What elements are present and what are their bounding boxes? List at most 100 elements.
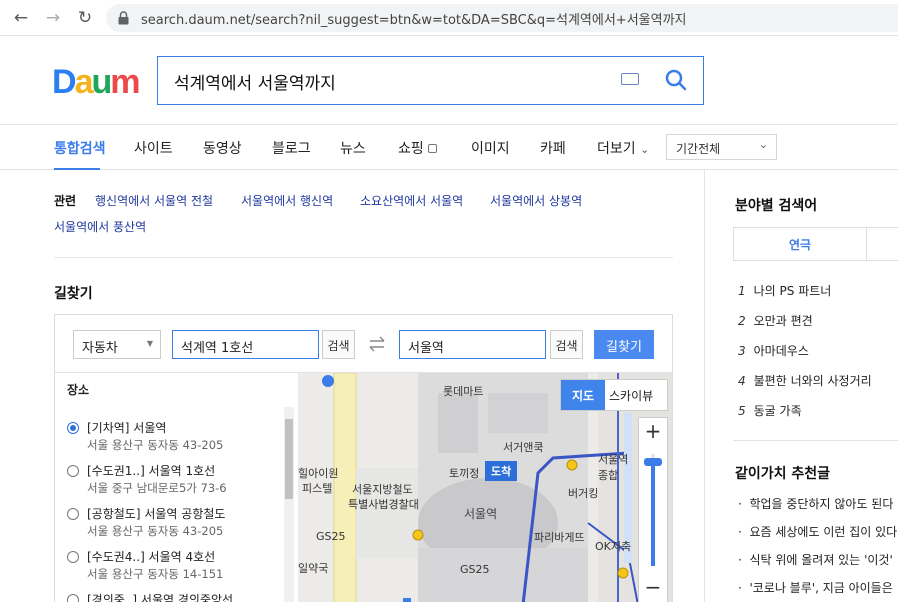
rank-item[interactable]: 3 아마데우스 — [738, 342, 809, 359]
map-label: 피스텔 — [302, 482, 333, 495]
swap-icon[interactable] — [367, 336, 387, 352]
arrival-marker[interactable]: 도착 — [485, 461, 518, 481]
place-name: [기차역] 서울역 — [87, 421, 167, 435]
destination-input[interactable]: 서울역 — [399, 330, 546, 359]
find-route-button[interactable]: 길찾기 — [594, 330, 654, 359]
map-label: 서울역 — [464, 507, 498, 521]
zoom-in-button[interactable]: + — [639, 418, 667, 446]
rank-text: 불편한 너와의 사정거리 — [753, 374, 872, 388]
places-label: 장소 — [67, 383, 90, 397]
tab-integrated[interactable]: 통합검색 — [54, 138, 106, 158]
divider — [733, 440, 898, 441]
related-link[interactable]: 서울역에서 행신역 — [241, 192, 333, 209]
search-icon[interactable] — [663, 67, 689, 93]
map-label: 파리바게뜨 — [534, 531, 585, 544]
place-name: [경의중..] 서울역 경의중앙선 — [87, 593, 234, 602]
origin-input[interactable]: 석계역 1호선 — [172, 330, 319, 359]
radio-button[interactable] — [67, 551, 79, 563]
place-address: 서울 중구 남대문로5가 73-6 — [87, 481, 227, 495]
tab-theater[interactable]: 연극 — [734, 228, 867, 261]
rank-text: 오만과 편견 — [753, 314, 813, 328]
radio-button[interactable] — [67, 465, 79, 477]
right-sidebar: 분야별 검색어 연극 1 나의 PS 파트너 2 오만과 편견 3 아마데우스 4 불편… — [704, 170, 898, 602]
map-label: GS25 — [460, 563, 490, 576]
period-select[interactable]: 기간전체 ⌄ — [666, 134, 777, 160]
recommend-item[interactable]: · '코로나 블루', 지금 아이들은 — [738, 579, 893, 596]
recommend-item[interactable]: · 요즘 세상에도 이런 집이 있다 — [738, 523, 897, 540]
zoom-control: + − — [638, 417, 668, 602]
tab-more-label: 더보기 — [597, 141, 636, 157]
map-label: 힐아이원 — [298, 467, 339, 480]
place-address: 서울 용산구 동자동 43-205 — [87, 438, 224, 452]
map-mode-button[interactable]: 지도 — [561, 380, 605, 410]
transport-mode-value: 자동차 — [82, 341, 118, 356]
radio-button[interactable] — [67, 508, 79, 520]
rank-number: 5 — [738, 404, 746, 418]
route-form: 자동차 ▼ 석계역 1호선 검색 서울역 검색 길찾기 — [55, 315, 672, 373]
reload-icon[interactable]: ↻ — [74, 7, 96, 29]
scrollbar-thumb[interactable] — [285, 419, 293, 499]
map-label: 특별사법경찰대 — [348, 498, 419, 511]
daum-logo[interactable]: Daum — [52, 64, 141, 100]
url-text: search.daum.net/search?nil_suggest=btn&w… — [141, 13, 687, 28]
rank-item[interactable]: 2 오만과 편견 — [738, 312, 813, 329]
related-link[interactable]: 소요산역에서 서울역 — [360, 192, 463, 209]
related-label: 관련 — [54, 194, 77, 208]
recommend-text: '코로나 블루', 지금 아이들은 — [749, 581, 893, 595]
divider — [54, 257, 673, 258]
rank-text: 아마데우스 — [753, 344, 809, 358]
tab-news[interactable]: 뉴스 — [340, 138, 366, 158]
checkbox-icon — [428, 144, 438, 153]
rank-item[interactable]: 5 동굴 가족 — [738, 402, 802, 419]
map-mode-toggle: 지도 스카이뷰 — [560, 379, 668, 411]
map-label: 서울역 종합 — [598, 453, 629, 482]
tab-video[interactable]: 동영상 — [203, 138, 242, 158]
search-input[interactable]: 석계역에서 서울역까지 — [174, 69, 336, 94]
origin-search-button[interactable]: 검색 — [322, 330, 355, 359]
directions-panel: 자동차 ▼ 석계역 1호선 검색 서울역 검색 길찾기 장소 [기차역] 서울역… — [54, 314, 673, 602]
place-address: 서울 용산구 동자동 43-205 — [87, 524, 224, 538]
radio-button[interactable] — [67, 594, 79, 602]
forward-icon[interactable]: → — [42, 7, 64, 29]
lock-icon — [118, 11, 129, 25]
destination-search-button[interactable]: 검색 — [550, 330, 583, 359]
related-link[interactable]: 행신역에서 서울역 전철 — [95, 192, 213, 209]
map-label: 서울지방철도 — [352, 483, 413, 496]
place-name: [수도권1..] 서울역 1호선 — [87, 464, 216, 478]
category-tabs: 연극 — [733, 227, 898, 261]
tab-shopping[interactable]: 쇼핑 — [398, 138, 438, 158]
map-view[interactable]: 롯데마트 서거앤쿡 토끼정 도착 서울지방철도 특별사법경찰대 서울역 버거킹 … — [298, 373, 672, 602]
recommend-text: 식탁 위에 올려져 있는 '이것' — [749, 553, 893, 567]
tab-site[interactable]: 사이트 — [134, 138, 173, 158]
zoom-slider-handle[interactable] — [644, 458, 662, 466]
radio-button[interactable] — [67, 422, 79, 434]
tab-blog[interactable]: 블로그 — [272, 138, 311, 158]
tab-image[interactable]: 이미지 — [471, 138, 510, 158]
tab-cafe[interactable]: 카페 — [540, 138, 566, 158]
place-name: [공항철도] 서울역 공항철도 — [87, 507, 226, 521]
category-search-title: 분야별 검색어 — [735, 198, 818, 214]
rank-text: 동굴 가족 — [753, 404, 802, 418]
browser-toolbar: ← → ↻ search.daum.net/search?nil_suggest… — [0, 0, 898, 36]
search-box[interactable]: 석계역에서 서울역까지 — [157, 56, 704, 105]
map-label: 서거앤쿡 — [503, 441, 544, 454]
keyboard-icon[interactable] — [621, 73, 639, 85]
recommend-text: 요즘 세상에도 이런 집이 있다 — [749, 525, 898, 539]
transport-mode-select[interactable]: 자동차 ▼ — [73, 330, 161, 359]
rank-number: 4 — [738, 374, 746, 388]
rank-text: 나의 PS 파트너 — [753, 284, 832, 298]
back-icon[interactable]: ← — [10, 7, 32, 29]
rank-item[interactable]: 4 불편한 너와의 사정거리 — [738, 372, 872, 389]
scrollbar[interactable] — [284, 407, 294, 602]
place-name: [수도권4..] 서울역 4호선 — [87, 550, 216, 564]
rank-item[interactable]: 1 나의 PS 파트너 — [738, 282, 831, 299]
zoom-level-fill — [651, 464, 655, 566]
recommend-item[interactable]: · 식탁 위에 올려져 있는 '이것' — [738, 551, 893, 568]
skyview-mode-button[interactable]: 스카이뷰 — [609, 387, 653, 404]
zoom-out-button[interactable]: − — [639, 574, 667, 602]
related-link[interactable]: 서울역에서 상봉역 — [490, 192, 582, 209]
related-link[interactable]: 서울역에서 풍산역 — [54, 218, 146, 235]
recommend-item[interactable]: · 학업을 중단하지 않아도 된다 — [738, 495, 893, 512]
address-bar[interactable]: search.daum.net/search?nil_suggest=btn&w… — [106, 4, 898, 32]
tab-more[interactable]: 더보기 ⌄ — [597, 138, 649, 158]
